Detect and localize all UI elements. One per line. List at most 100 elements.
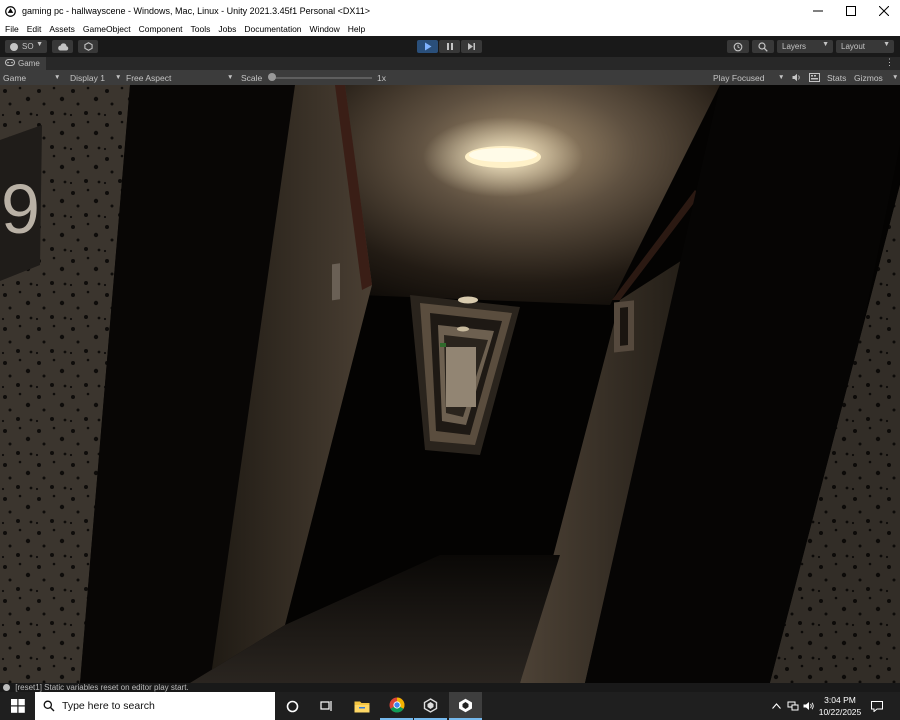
- search-icon: [758, 41, 768, 52]
- account-label: SO: [22, 42, 34, 51]
- display-dropdown[interactable]: Display 1 ▼: [70, 70, 122, 85]
- task-view-icon: [319, 701, 332, 711]
- view-type-label: Game: [3, 72, 27, 83]
- console-status-bar[interactable]: [reset1] Static variables reset on edito…: [0, 683, 900, 692]
- far-door: [446, 347, 476, 407]
- taskbar-clock[interactable]: 3:04 PM 10/22/2025: [814, 692, 866, 720]
- search-placeholder: Type here to search: [62, 700, 155, 712]
- cloud-button[interactable]: [52, 40, 73, 53]
- step-button[interactable]: [461, 40, 482, 53]
- view-type-dropdown[interactable]: Game ▼: [3, 70, 63, 85]
- menu-component[interactable]: Component: [135, 24, 187, 34]
- maximize-button[interactable]: [834, 0, 867, 22]
- chevron-down-icon: ▼: [892, 74, 899, 81]
- chevron-down-icon: ▼: [36, 41, 43, 48]
- shortcuts-toggle[interactable]: [809, 70, 820, 85]
- unity-hub-button[interactable]: [414, 692, 447, 720]
- speaker-icon: [803, 702, 814, 710]
- menu-assets[interactable]: Assets: [45, 24, 79, 34]
- play-mode-label: Play Focused: [713, 72, 765, 83]
- menu-documentation[interactable]: Documentation: [240, 24, 305, 34]
- minimize-button[interactable]: [801, 0, 834, 22]
- step-icon: [468, 43, 475, 50]
- chevron-down-icon: ▼: [54, 74, 61, 81]
- file-explorer-icon: [354, 701, 369, 712]
- keyboard-icon: [809, 73, 820, 82]
- collab-icon: [83, 42, 93, 51]
- account-dropdown[interactable]: SO ▼: [5, 40, 47, 53]
- scale-label: Scale: [241, 72, 263, 83]
- chevron-down-icon: ▼: [778, 74, 785, 81]
- unity-editor-icon: [459, 698, 472, 712]
- console-message: [reset1] Static variables reset on edito…: [15, 683, 189, 692]
- left-door-sign: [332, 263, 340, 301]
- undo-history-button[interactable]: [727, 40, 749, 53]
- chrome-button[interactable]: [380, 692, 413, 720]
- chrome-icon: [389, 697, 405, 713]
- chevron-down-icon: ▼: [883, 41, 890, 48]
- start-button[interactable]: [1, 692, 34, 720]
- close-button[interactable]: [867, 0, 900, 22]
- stats-button[interactable]: Stats: [827, 70, 846, 85]
- pause-button[interactable]: [439, 40, 460, 53]
- unity-editor-button[interactable]: [449, 692, 482, 720]
- show-hidden-icons-button[interactable]: [768, 692, 784, 720]
- aspect-dropdown[interactable]: Free Aspect ▼: [126, 70, 236, 85]
- network-tray-button[interactable]: [785, 692, 800, 720]
- scale-value: 1x: [377, 72, 386, 83]
- menu-tools[interactable]: Tools: [187, 24, 215, 34]
- scale-slider-track[interactable]: [272, 77, 372, 79]
- more-options-icon[interactable]: ⋮: [885, 57, 894, 68]
- menu-jobs[interactable]: Jobs: [214, 24, 240, 34]
- play-button[interactable]: [417, 40, 438, 53]
- layers-dropdown[interactable]: Layers ▼: [777, 40, 833, 53]
- play-icon: [424, 42, 431, 51]
- chevron-down-icon: ▼: [227, 74, 234, 81]
- play-mode-dropdown[interactable]: Play Focused ▼: [713, 70, 787, 85]
- aspect-label: Free Aspect: [126, 72, 172, 83]
- clock-time: 3:04 PM: [824, 695, 856, 705]
- windows-taskbar: Type here to search 3:04 PM 10/22/2025: [0, 692, 900, 720]
- search-circle-icon: [286, 700, 299, 712]
- taskbar-search-box[interactable]: Type here to search: [35, 692, 275, 720]
- menu-edit[interactable]: Edit: [23, 24, 46, 34]
- search-button[interactable]: [752, 40, 774, 53]
- notifications-button[interactable]: [866, 692, 888, 720]
- menu-file[interactable]: File: [1, 24, 23, 34]
- start-icon: [10, 699, 25, 713]
- menu-help[interactable]: Help: [344, 24, 369, 34]
- task-view-button[interactable]: [309, 692, 342, 720]
- tab-game[interactable]: Game: [0, 57, 46, 70]
- main-toolbar: SO ▼ Layers ▼ Layout ▼: [0, 36, 900, 57]
- gizmos-dropdown[interactable]: Gizmos ▼: [854, 70, 898, 85]
- minimize-icon: [812, 10, 823, 12]
- cloud-icon: [57, 42, 68, 50]
- menu-gameobject[interactable]: GameObject: [79, 24, 135, 34]
- editor-tab-bar: Game ⋮: [0, 57, 900, 70]
- maximize-icon: [845, 6, 856, 16]
- search-icon: [43, 700, 55, 712]
- file-explorer-button[interactable]: [345, 692, 378, 720]
- close-icon: [878, 6, 889, 16]
- window-title: gaming pc - hallwayscene - Windows, Mac,…: [22, 6, 371, 16]
- cortana-button[interactable]: [276, 692, 309, 720]
- chevron-down-icon: ▼: [822, 41, 829, 48]
- collab-button[interactable]: [78, 40, 98, 53]
- hallway-scene: 9: [0, 85, 900, 683]
- gamepad-icon: [5, 59, 15, 68]
- clock-date: 10/22/2025: [818, 707, 862, 717]
- door-number: 9: [1, 170, 40, 248]
- menu-window[interactable]: Window: [306, 24, 344, 34]
- chevron-up-icon: [771, 703, 781, 709]
- game-view[interactable]: 9: [0, 85, 900, 683]
- title-bar: gaming pc - hallwayscene - Windows, Mac,…: [0, 0, 900, 22]
- mute-audio-toggle[interactable]: [792, 70, 802, 85]
- layout-dropdown[interactable]: Layout ▼: [836, 40, 894, 53]
- game-view-toolbar: Game ▼ Display 1 ▼ Free Aspect ▼ Scale 1…: [0, 70, 900, 85]
- info-icon: [3, 684, 10, 691]
- menu-bar: File Edit Assets GameObject Component To…: [0, 22, 900, 36]
- network-icon: [787, 701, 798, 711]
- speaker-icon: [792, 73, 800, 82]
- chevron-down-icon: ▼: [115, 74, 122, 81]
- scale-slider-handle[interactable]: [268, 73, 276, 81]
